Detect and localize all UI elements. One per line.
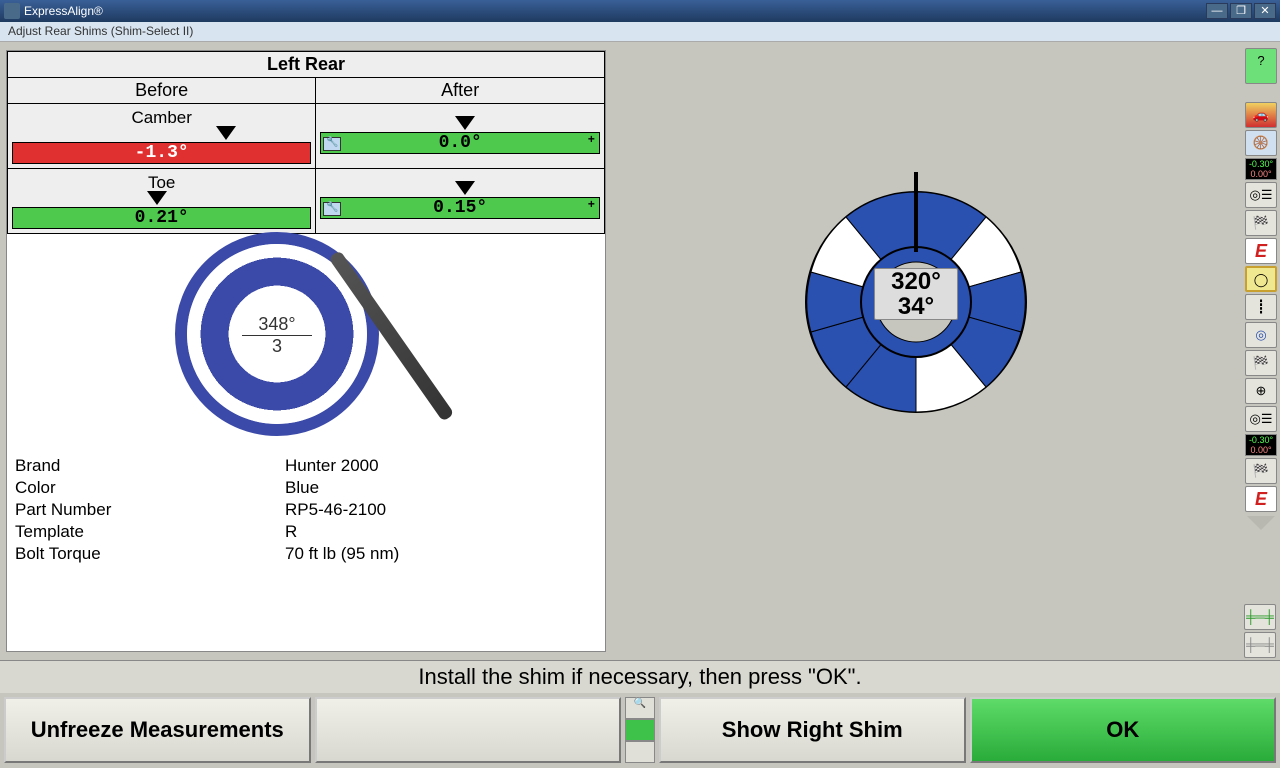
shim-dial: 320° 34° — [796, 182, 1036, 422]
tool-flag3-icon[interactable]: 🏁 — [1245, 458, 1277, 484]
readout-bot: -0.30°0.00° — [1245, 434, 1277, 456]
maximize-button[interactable]: ❐ — [1230, 3, 1252, 19]
toe-before-gauge: 0.21° — [12, 207, 311, 229]
tool-axle-icon[interactable]: 🛞 — [1245, 130, 1277, 156]
tool-shim-icon[interactable]: ◯ — [1245, 266, 1277, 292]
side-toolbar: ? 🚗 🛞 -0.30°0.00° ◎☰ 🏁 E ◯ ┋ ◎ 🏁 ⊕ ◎☰ -0… — [1244, 48, 1278, 532]
tool-steer-icon[interactable]: ◎☰ — [1245, 182, 1277, 208]
dial-angle: 320° — [875, 269, 957, 294]
center-indicator: 🔍 — [625, 697, 655, 763]
tool-express-icon[interactable]: E — [1245, 238, 1277, 264]
screen-subtitle: Adjust Rear Shims (Shim-Select II) — [0, 22, 1280, 42]
label-camber: Camber — [12, 108, 311, 128]
right-panel: 320° 34° — [606, 42, 1280, 660]
minimize-button[interactable]: — — [1206, 3, 1228, 19]
shim-number: 3 — [242, 336, 312, 357]
show-right-shim-button[interactable]: Show Right Shim — [659, 697, 966, 763]
wrench-icon: 🔧 — [323, 202, 341, 216]
toolbar-expand-icon[interactable] — [1247, 516, 1275, 530]
dial-indicator — [914, 172, 918, 252]
ok-button[interactable]: OK — [970, 697, 1277, 763]
zoom-icon[interactable]: 🔍 — [625, 697, 655, 719]
axle-front-icon[interactable]: ╪═╪ — [1244, 604, 1276, 630]
wrench-icon: 🔧 — [323, 137, 341, 151]
left-panel: Left Rear Before After Camber -1.3° — [6, 50, 606, 652]
shim-details: BrandHunter 2000 ColorBlue Part NumberRP… — [15, 455, 597, 565]
readout-top: -0.30°0.00° — [1245, 158, 1277, 180]
dial-number: 34° — [875, 294, 957, 319]
close-button[interactable]: ✕ — [1254, 3, 1276, 19]
camber-after-gauge: +− 🔧 0.0° — [320, 132, 600, 154]
tool-target-icon[interactable]: ◎ — [1245, 322, 1277, 348]
toe-after-gauge: +− 🔧 0.15° — [320, 197, 600, 219]
tool-express2-icon[interactable]: E — [1245, 486, 1277, 512]
axle-rear-icon[interactable]: ╪═╪ — [1244, 632, 1276, 658]
shim-angle: 348° — [242, 314, 312, 335]
tool-wheel-icon[interactable]: ⊕ — [1245, 378, 1277, 404]
titlebar: ExpressAlign® — ❐ ✕ — [0, 0, 1280, 22]
table-header: Left Rear — [8, 52, 605, 78]
app-icon — [4, 3, 20, 19]
unfreeze-button[interactable]: Unfreeze Measurements — [4, 697, 311, 763]
camber-before-gauge: -1.3° — [12, 142, 311, 164]
col-before: Before — [8, 78, 316, 104]
instruction-text: Install the shim if necessary, then pres… — [0, 660, 1280, 693]
label-toe: Toe — [12, 173, 311, 193]
tool-linkage-icon[interactable]: ┋ — [1245, 294, 1277, 320]
shim-illustration: 348° 3 — [67, 234, 507, 449]
alignment-table: Left Rear Before After Camber -1.3° — [7, 51, 605, 234]
tool-vehicle-icon[interactable]: 🚗 — [1245, 102, 1277, 128]
tool-flag2-icon[interactable]: 🏁 — [1245, 350, 1277, 376]
app-title: ExpressAlign® — [24, 4, 1206, 18]
tool-steer2-icon[interactable]: ◎☰ — [1245, 406, 1277, 432]
tool-flag-icon[interactable]: 🏁 — [1245, 210, 1277, 236]
col-after: After — [316, 78, 605, 104]
blank-button[interactable] — [315, 697, 622, 763]
help-button[interactable]: ? — [1245, 48, 1277, 84]
